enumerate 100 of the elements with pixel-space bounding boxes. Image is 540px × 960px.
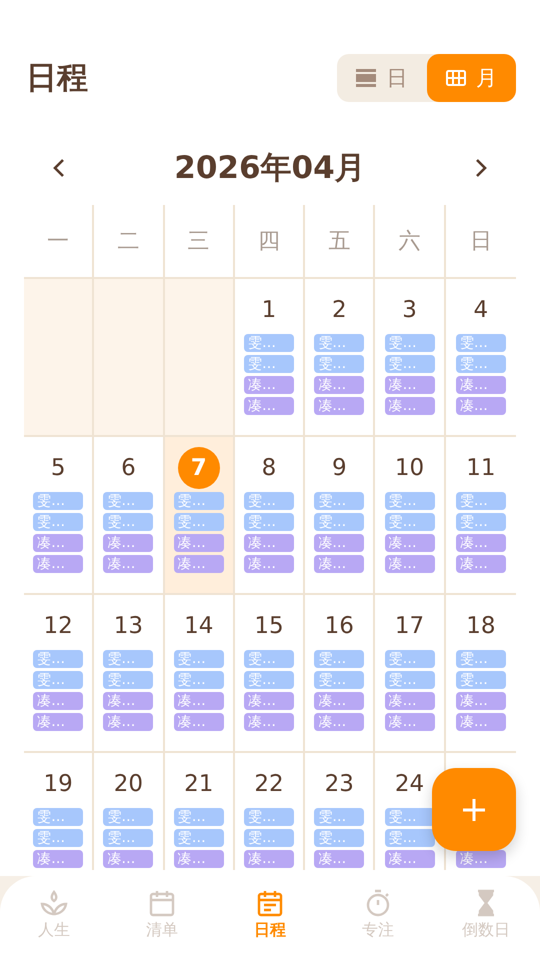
event-chip[interactable]: 凑… bbox=[244, 376, 294, 394]
event-chip[interactable]: 凑… bbox=[33, 850, 84, 868]
event-chip[interactable]: 雯… bbox=[456, 334, 506, 352]
event-chip[interactable]: 雯… bbox=[33, 671, 84, 689]
event-chip[interactable]: 雯… bbox=[384, 650, 435, 668]
nav-tab[interactable]: 专注 bbox=[324, 876, 432, 960]
event-chip[interactable]: 雯… bbox=[384, 829, 435, 847]
event-chip[interactable]: 凑… bbox=[314, 534, 364, 552]
event-chip[interactable]: 凑… bbox=[384, 692, 435, 710]
event-chip[interactable]: 雯… bbox=[314, 650, 364, 668]
event-chip[interactable]: 凑… bbox=[244, 692, 294, 710]
event-chip[interactable]: 凑… bbox=[384, 397, 435, 415]
event-chip[interactable]: 雯… bbox=[103, 650, 154, 668]
event-chip[interactable]: 凑… bbox=[456, 555, 506, 573]
event-chip[interactable]: 凑… bbox=[456, 713, 506, 731]
event-chip[interactable]: 雯… bbox=[314, 829, 364, 847]
event-chip[interactable]: 凑… bbox=[244, 713, 294, 731]
event-chip[interactable]: 凑… bbox=[33, 692, 84, 710]
event-chip[interactable]: 雯… bbox=[456, 492, 506, 510]
event-chip[interactable]: 凑… bbox=[314, 376, 364, 394]
event-chip[interactable]: 雯… bbox=[244, 334, 294, 352]
event-chip[interactable]: 雯… bbox=[244, 829, 294, 847]
event-chip[interactable]: 雯… bbox=[103, 492, 154, 510]
event-chip[interactable]: 雯… bbox=[174, 492, 224, 510]
event-chip[interactable]: 凑… bbox=[456, 534, 506, 552]
event-chip[interactable]: 凑… bbox=[103, 692, 154, 710]
event-chip[interactable]: 雯… bbox=[384, 808, 435, 826]
event-chip[interactable]: 雯… bbox=[103, 671, 154, 689]
event-chip[interactable]: 凑… bbox=[314, 397, 364, 415]
event-chip[interactable]: 雯… bbox=[314, 492, 364, 510]
event-chip[interactable]: 凑… bbox=[384, 555, 435, 573]
event-chip[interactable]: 凑… bbox=[244, 850, 294, 868]
event-chip[interactable]: 凑… bbox=[384, 850, 435, 868]
event-chip[interactable]: 雯… bbox=[456, 671, 506, 689]
event-chip[interactable]: 凑… bbox=[244, 555, 294, 573]
event-chip[interactable]: 雯… bbox=[456, 355, 506, 373]
event-chip[interactable]: 雯… bbox=[174, 829, 224, 847]
event-chip[interactable]: 雯… bbox=[384, 492, 435, 510]
event-chip[interactable]: 凑… bbox=[174, 692, 224, 710]
nav-tab[interactable]: 人生 bbox=[0, 876, 108, 960]
event-chip[interactable]: 凑… bbox=[456, 376, 506, 394]
event-chip[interactable]: 雯… bbox=[314, 355, 364, 373]
event-chip[interactable]: 雯… bbox=[33, 513, 84, 531]
event-chip[interactable]: 雯… bbox=[244, 492, 294, 510]
event-chip[interactable]: 凑… bbox=[314, 555, 364, 573]
nav-tab[interactable]: 倒数日 bbox=[432, 876, 540, 960]
event-chip[interactable]: 雯… bbox=[314, 671, 364, 689]
event-chip[interactable]: 凑… bbox=[33, 555, 84, 573]
event-chip[interactable]: 雯… bbox=[33, 829, 84, 847]
event-chip[interactable]: 雯… bbox=[384, 334, 435, 352]
event-chip[interactable]: 凑… bbox=[103, 555, 154, 573]
event-chip[interactable]: 雯… bbox=[33, 808, 84, 826]
event-chip[interactable]: 雯… bbox=[456, 650, 506, 668]
event-chip[interactable]: 雯… bbox=[314, 513, 364, 531]
event-chip[interactable]: 雯… bbox=[244, 650, 294, 668]
nav-tab[interactable]: 日程 bbox=[216, 876, 324, 960]
event-chip[interactable]: 雯… bbox=[33, 650, 84, 668]
day-number: 1 bbox=[262, 297, 276, 323]
event-chip[interactable]: 凑… bbox=[103, 850, 154, 868]
event-chip[interactable]: 凑… bbox=[314, 850, 364, 868]
event-chip[interactable]: 雯… bbox=[384, 513, 435, 531]
event-chip[interactable]: 凑… bbox=[174, 555, 224, 573]
event-chip[interactable]: 雯… bbox=[244, 355, 294, 373]
event-chip[interactable]: 凑… bbox=[314, 713, 364, 731]
event-chip[interactable]: 凑… bbox=[174, 713, 224, 731]
event-chip[interactable]: 雯… bbox=[174, 671, 224, 689]
event-chip[interactable]: 雯… bbox=[244, 513, 294, 531]
event-chip[interactable]: 雯… bbox=[174, 808, 224, 826]
event-chip[interactable]: 凑… bbox=[384, 713, 435, 731]
event-chip[interactable]: 凑… bbox=[103, 713, 154, 731]
event-chip[interactable]: 雯… bbox=[244, 671, 294, 689]
event-chip[interactable]: 雯… bbox=[103, 513, 154, 531]
view-toggle-tab[interactable]: 日 bbox=[337, 54, 426, 102]
event-chip[interactable]: 雯… bbox=[384, 671, 435, 689]
event-chip[interactable]: 凑… bbox=[456, 692, 506, 710]
event-chip[interactable]: 凑… bbox=[314, 692, 364, 710]
today-cell[interactable]: 7 雯… 雯… 凑… 凑… bbox=[164, 437, 235, 593]
event-chip[interactable]: 雯… bbox=[456, 513, 506, 531]
event-chip[interactable]: 雯… bbox=[174, 513, 224, 531]
event-chip[interactable]: 雯… bbox=[314, 808, 364, 826]
event-chip[interactable]: 凑… bbox=[384, 376, 435, 394]
event-chip[interactable]: 凑… bbox=[174, 534, 224, 552]
event-chip[interactable]: 雯… bbox=[33, 492, 84, 510]
nav-tab[interactable]: 清单 bbox=[108, 876, 216, 960]
event-chip[interactable]: 雯… bbox=[174, 650, 224, 668]
event-chip[interactable]: 雯… bbox=[244, 808, 294, 826]
event-chip[interactable]: 凑… bbox=[244, 397, 294, 415]
view-toggle-tab[interactable]: 月 bbox=[426, 54, 516, 102]
event-chip[interactable]: 凑… bbox=[33, 534, 84, 552]
event-chip[interactable]: 凑… bbox=[384, 534, 435, 552]
event-chip[interactable]: 凑… bbox=[456, 850, 506, 868]
event-chip[interactable]: 凑… bbox=[244, 534, 294, 552]
event-chip[interactable]: 雯… bbox=[384, 355, 435, 373]
event-chip[interactable]: 凑… bbox=[456, 397, 506, 415]
event-chip[interactable]: 雯… bbox=[103, 829, 154, 847]
event-chip[interactable]: 凑… bbox=[174, 850, 224, 868]
event-chip[interactable]: 凑… bbox=[33, 713, 84, 731]
event-chip[interactable]: 凑… bbox=[103, 534, 154, 552]
event-chip[interactable]: 雯… bbox=[314, 334, 364, 352]
event-chip[interactable]: 雯… bbox=[103, 808, 154, 826]
